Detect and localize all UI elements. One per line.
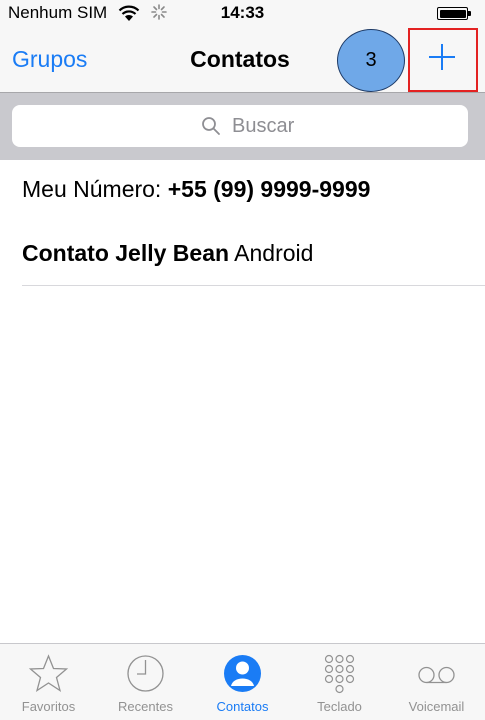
plus-icon (429, 44, 455, 70)
battery-icon (437, 7, 468, 20)
tab-voicemail[interactable]: Voicemail (388, 644, 485, 720)
my-number-label: Meu Número: (22, 176, 162, 202)
voicemail-icon (418, 666, 455, 684)
star-icon (28, 654, 69, 692)
status-time: 14:33 (220, 3, 265, 22)
my-number-value: +55 (99) 9999-9999 (167, 176, 371, 202)
search-icon (201, 116, 221, 141)
battery-tip (468, 11, 471, 16)
contact-first-name: Contato Jelly Bean (22, 240, 230, 266)
contact-row[interactable]: Contato Jelly Bean Android (22, 240, 485, 286)
clock-icon (127, 655, 164, 692)
contact-last-name: Android (234, 240, 314, 266)
tab-label-voicemail: Voicemail (408, 699, 465, 714)
tab-teclado[interactable]: Teclado (291, 644, 388, 720)
status-bar: Nenhum SIM 14:33 (0, 0, 485, 26)
keypad-icon (324, 654, 355, 694)
step-number: 3 (365, 49, 377, 71)
search-bar: Buscar (0, 92, 485, 160)
my-number-text: Meu Número: +55 (99) 9999-9999 (22, 176, 370, 203)
step-marker: 3 (337, 29, 405, 92)
navigation-bar: Grupos Contatos 3 (0, 26, 485, 92)
contacts-icon (224, 655, 261, 692)
tab-label-recentes: Recentes (118, 699, 173, 714)
add-contact-button[interactable] (426, 41, 458, 73)
tab-favoritos[interactable]: Favoritos (0, 644, 97, 720)
search-input[interactable]: Buscar (12, 105, 468, 147)
search-placeholder: Buscar (232, 115, 295, 137)
page-title: Contatos (190, 46, 290, 72)
tab-bar: Favoritos Recentes Contatos Teclado Voic… (0, 643, 485, 720)
contact-name: Contato Jelly Bean Android (22, 240, 313, 267)
groups-button[interactable]: Grupos (12, 46, 87, 73)
tab-label-favoritos: Favoritos (21, 699, 76, 714)
tab-label-teclado: Teclado (317, 699, 362, 714)
tab-recentes[interactable]: Recentes (97, 644, 194, 720)
tab-label-contatos: Contatos (216, 699, 269, 714)
my-number-row[interactable]: Meu Número: +55 (99) 9999-9999 (0, 176, 485, 216)
tab-contatos[interactable]: Contatos (194, 644, 291, 720)
